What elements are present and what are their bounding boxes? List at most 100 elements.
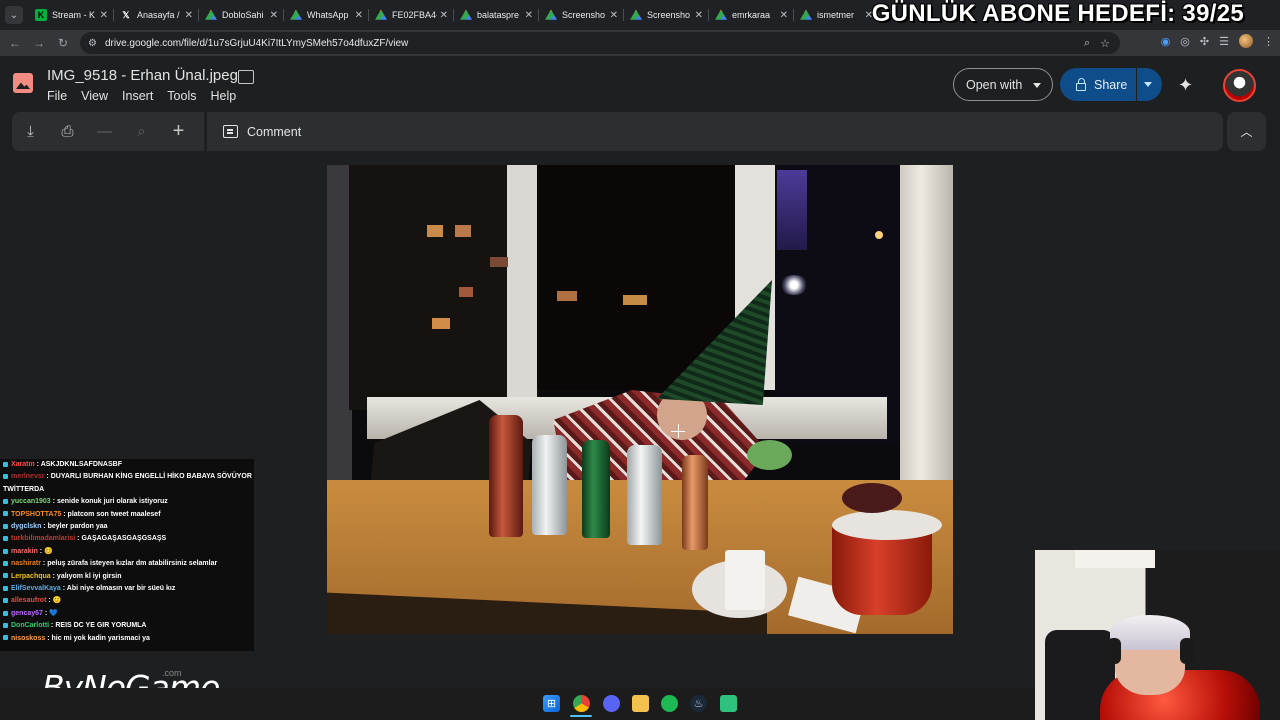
file-explorer-icon[interactable] (632, 695, 649, 712)
profile-avatar[interactable] (1239, 34, 1253, 48)
screen: ⌄ K Stream - K ✕ 𝕏 Anasayfa / ✕ DobloSahi ✕ What… (0, 0, 1280, 720)
tab-close-icon[interactable]: ✕ (780, 10, 788, 21)
viewer-toolbar: ⤓ ⎙ — ⌕ + (12, 112, 204, 151)
subscriber-goal-overlay: GÜNLÜK ABONE HEDEFİ: 39/25 (871, 0, 1244, 27)
tab-title: Screensho (562, 10, 606, 20)
bookmark-star-icon[interactable]: ☆ (1100, 37, 1110, 50)
browser-tab[interactable]: DobloSahi ✕ (199, 0, 284, 30)
share-options-chevron-icon[interactable] (1144, 82, 1152, 87)
stream-favicon-icon: K (35, 9, 47, 21)
chat-badge-icon (3, 560, 8, 566)
webcam-overlay (1035, 550, 1280, 720)
tab-title: ismetmer (817, 10, 855, 20)
tab-close-icon[interactable]: ✕ (185, 10, 193, 21)
browser-tab[interactable]: ismetmer ✕ (794, 0, 879, 30)
browser-tab[interactable]: Screensho ✕ (624, 0, 709, 30)
chat-text: 😊 (44, 547, 53, 555)
app-icon[interactable] (720, 695, 737, 712)
browser-tab[interactable]: K Stream - K ✕ (29, 0, 114, 30)
chat-username: dygclskn (11, 523, 42, 531)
print-icon[interactable]: ⎙ (49, 117, 86, 147)
chat-text: 💙 (49, 609, 58, 617)
tab-close-icon[interactable]: ✕ (610, 10, 618, 21)
browser-tab[interactable]: 𝕏 Anasayfa / ✕ (114, 0, 199, 30)
zoom-out-icon[interactable]: — (86, 117, 123, 147)
spotify-icon[interactable] (661, 695, 678, 712)
menu-tools[interactable]: Tools (167, 89, 196, 103)
zoom-in-icon[interactable]: + (160, 117, 197, 147)
comment-icon[interactable] (223, 125, 238, 138)
forward-icon[interactable]: → (27, 31, 51, 55)
tab-close-icon[interactable]: ✕ (270, 10, 278, 21)
extension-icon[interactable]: ◎ (1180, 35, 1190, 48)
windows-taskbar (0, 688, 1035, 720)
browser-tab[interactable]: emrkaraa ✕ (709, 0, 794, 30)
chat-message: ElifSevvalKaya : Abi niye olmasın var bi… (3, 583, 254, 595)
chat-text: peluş zürafa isteyen kızlar dm atabilirs… (47, 560, 218, 568)
drive-favicon-icon (460, 9, 472, 20)
tab-close-icon[interactable]: ✕ (355, 10, 363, 21)
chat-username: Lerpachqua (11, 572, 51, 580)
share-button[interactable]: Share (1060, 68, 1162, 101)
site-info-icon[interactable]: ⚙ (88, 38, 97, 49)
browser-tab[interactable]: WhatsApp ✕ (284, 0, 369, 30)
chrome-icon[interactable] (573, 695, 590, 712)
chat-badge-icon (3, 511, 8, 517)
chat-username: nashiratr (11, 560, 41, 568)
chat-username: turkbilimadamlarisi (11, 535, 76, 543)
tab-close-icon[interactable]: ✕ (695, 10, 703, 21)
collapse-toolbar-icon[interactable]: ︿ (1227, 112, 1266, 151)
browser-tab[interactable]: Screensho ✕ (539, 0, 624, 30)
chat-text: beyler pardon yaa (47, 523, 108, 531)
url-text[interactable]: drive.google.com/file/d/1u7sGrjuU4Ki7ItL… (105, 38, 408, 49)
menu-insert[interactable]: Insert (122, 89, 153, 103)
chat-message: yuccan1903 : senide konuk juri olarak is… (3, 496, 254, 508)
menu-file[interactable]: File (47, 89, 67, 103)
chat-badge-icon (3, 523, 8, 529)
gemini-sparkle-icon[interactable]: ✦ (1178, 75, 1193, 96)
chevron-down-icon (1033, 83, 1041, 88)
open-with-button[interactable]: Open with (953, 68, 1053, 101)
menu-bar: File View Insert Tools Help (47, 89, 250, 103)
tab-title: Stream - K (52, 10, 96, 20)
zoom-icon[interactable]: ⌕ (123, 117, 160, 147)
tab-title: FE02FBA4- (392, 10, 437, 20)
reload-icon[interactable]: ↻ (51, 31, 75, 55)
omnibox[interactable]: ⚙ drive.google.com/file/d/1u7sGrjuU4Ki7I… (80, 32, 1120, 54)
back-icon[interactable]: ← (3, 31, 27, 55)
sidebar-icon[interactable]: ☰ (1219, 35, 1229, 48)
chat-badge-icon (3, 598, 8, 604)
browser-tab[interactable]: balataspre ✕ (454, 0, 539, 30)
menu-help[interactable]: Help (210, 89, 236, 103)
discord-icon[interactable] (603, 695, 620, 712)
puzzle-icon[interactable]: ✣ (1200, 35, 1209, 48)
browser-tab[interactable]: FE02FBA4- ✕ (369, 0, 454, 30)
photo-preview[interactable] (327, 165, 953, 634)
lock-icon (1076, 77, 1086, 91)
tab-search-button[interactable]: ⌄ (5, 6, 23, 24)
chat-username: ElifSevvalKaya (11, 585, 61, 593)
account-avatar[interactable] (1223, 69, 1256, 102)
chat-badge-icon (3, 474, 8, 480)
extension-icon[interactable]: ◉ (1161, 35, 1171, 48)
move-to-folder-icon[interactable] (238, 70, 254, 84)
file-title[interactable]: IMG_9518 - Erhan Ünal.jpeg (47, 67, 238, 84)
steam-icon[interactable]: ♨ (690, 695, 707, 712)
chat-badge-icon (3, 635, 8, 641)
zoom-icon[interactable]: ⌕ (1084, 37, 1090, 50)
chat-username: Xaratm (11, 461, 35, 468)
tab-close-icon[interactable]: ✕ (100, 10, 108, 21)
kebab-menu-icon[interactable]: ⋮ (1263, 35, 1274, 48)
menu-view[interactable]: View (81, 89, 108, 103)
tab-close-icon[interactable]: ✕ (525, 10, 533, 21)
comment-button[interactable]: Comment (247, 125, 301, 139)
windows-start-icon[interactable]: ⊞ (543, 695, 560, 712)
chat-text: DUYARLI BURHAN KİNG ENGELLİ HİKO BABAYA … (50, 473, 252, 481)
drive-favicon-icon (545, 9, 557, 20)
download-icon[interactable]: ⤓ (12, 117, 49, 147)
tab-close-icon[interactable]: ✕ (440, 10, 448, 21)
chat-text: 🙂 (52, 597, 62, 605)
share-divider (1136, 68, 1137, 101)
tab-title: DobloSahi (222, 10, 264, 20)
chat-message: merlnevsr : DUYARLI BURHAN KİNG ENGELLİ … (3, 471, 254, 483)
